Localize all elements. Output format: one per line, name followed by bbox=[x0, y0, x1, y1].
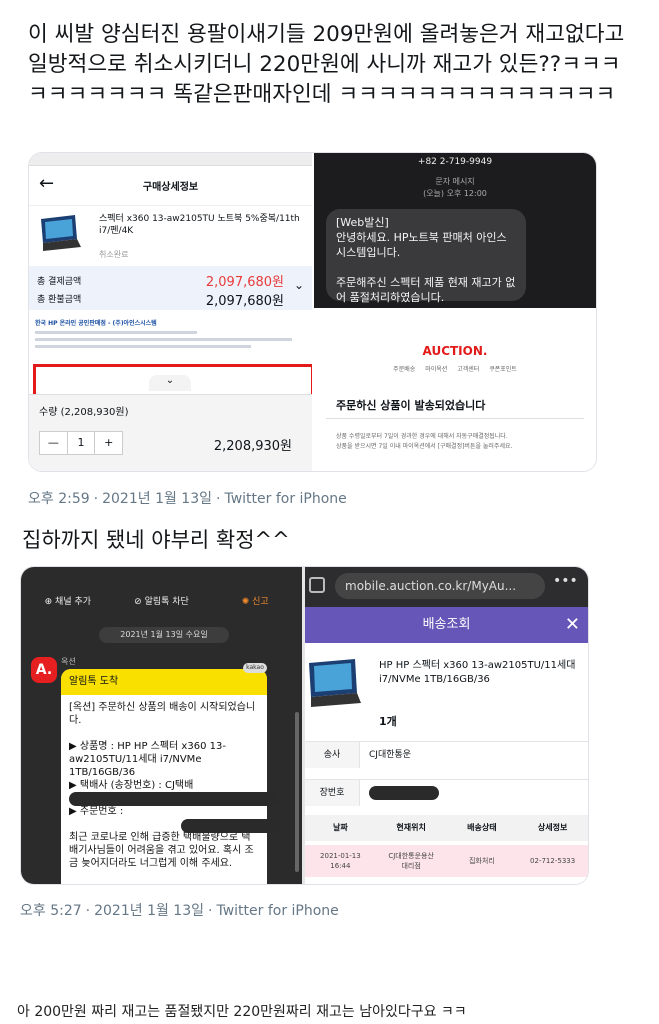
laptop-thumbnail bbox=[37, 213, 81, 253]
invoice-label: 장번호 bbox=[305, 780, 360, 806]
seller-line: 한국 HP 온라인 공인판매점 - (주)아인스시스템 bbox=[35, 320, 157, 327]
block-button[interactable]: ⊘ 알림톡 차단 bbox=[115, 583, 209, 621]
plus-icon: ⊕ bbox=[44, 597, 56, 607]
total-pay-label: 총 결제금액 bbox=[37, 277, 82, 287]
sms-bubble: [Web발신] 안녕하세요. HP노트북 판매처 아인스시스템입니다. 주문해주… bbox=[326, 209, 526, 304]
message-meta: 문자 메시지 (오늘) 오후 12:00 bbox=[423, 177, 487, 198]
scrollbar[interactable] bbox=[295, 712, 299, 872]
col-status: 배송상태 bbox=[467, 823, 497, 832]
auction-email-screenshot: AUCTION. 주문배송 마이옥션 고객센터 쿠폰포인트 주문하신 상품이 발… bbox=[314, 310, 596, 471]
report-button[interactable]: ✺ 신고 bbox=[208, 583, 302, 621]
product-name: 스펙터 x360 13-aw2105TU 노트북 5%중복/11th i7/펜/… bbox=[99, 214, 300, 236]
more-icon[interactable]: ••• bbox=[553, 573, 578, 589]
laptop-thumbnail bbox=[309, 659, 361, 707]
sms-screenshot: +82 2-719-9949 문자 메시지 (오늘) 오후 12:00 [Web… bbox=[314, 153, 596, 308]
tweet-time[interactable]: 오후 2:59 bbox=[28, 491, 90, 507]
redaction bbox=[181, 819, 281, 833]
tracking-header: 날짜 현재위치 배송상태 상세정보 bbox=[305, 815, 588, 841]
tweet-source[interactable]: Twitter for iPhone bbox=[216, 903, 338, 919]
cell-location: CJ대한통운용산 대리점 bbox=[388, 852, 434, 870]
tweet-date[interactable]: 2021년 1월 13일 bbox=[94, 903, 204, 919]
sender-phone: +82 2-719-9949 bbox=[417, 157, 493, 167]
chevron-down-icon[interactable]: ⌄ bbox=[294, 278, 304, 292]
image-collage-1[interactable]: ← 구매상세정보 스펙터 x360 13-aw2105TU 노트북 5%중복/1… bbox=[28, 152, 597, 472]
alimtalk-card: 알림톡 도착 [옥션] 주문하신 상품의 배송이 시작되었습니다. ▶ 상품명 … bbox=[61, 669, 267, 884]
cell-detail: 02-712-5333 bbox=[530, 857, 576, 865]
chat-date: 2021년 1월 13일 수요일 bbox=[99, 627, 229, 643]
auction-logo: AUCTION. bbox=[422, 344, 488, 358]
total-refund-value: 2,097,680원 bbox=[205, 294, 284, 309]
total-pay-value: 2,097,680원 bbox=[205, 275, 284, 290]
minus-button[interactable]: — bbox=[40, 432, 67, 454]
delivery-title: 배송조회 bbox=[422, 617, 471, 632]
order-detail-screenshot: ← 구매상세정보 스펙터 x360 13-aw2105TU 노트북 5%중복/1… bbox=[29, 153, 312, 310]
payment-summary: 총 결제금액 2,097,680원 총 환불금액 2,097,680원 ⌄ bbox=[29, 266, 312, 310]
delivery-product: HP HP 스펙터 x360 13-aw2105TU/11세대 i7/NVMe … bbox=[379, 660, 576, 685]
cell-date: 2021-01-13 16:44 bbox=[320, 852, 361, 870]
sender-name: 옥션 bbox=[61, 657, 76, 666]
kakao-badge: kakao bbox=[243, 663, 267, 673]
courier-value: CJ대한통운 bbox=[369, 750, 412, 760]
add-channel-button[interactable]: ⊕ 채널 추가 bbox=[21, 583, 115, 621]
invoice-row: 장번호 bbox=[305, 779, 588, 806]
tweet-text: 이 씨발 양심터진 용팔이새기들 209만원에 올려놓은거 재고없다고 일방적으… bbox=[28, 22, 625, 107]
quantity-value[interactable]: 1 bbox=[66, 432, 96, 454]
nav-item[interactable]: 주문배송 bbox=[393, 366, 415, 373]
avatar[interactable]: A. bbox=[31, 657, 57, 683]
redaction bbox=[369, 786, 439, 800]
card-header: 알림톡 도착 bbox=[61, 669, 267, 695]
quantity-label: 수량 (2,208,930원) bbox=[39, 407, 129, 418]
nav-item[interactable]: 고객센터 bbox=[457, 366, 479, 373]
browser-bar: mobile.auction.co.kr/MyAu... ••• bbox=[305, 567, 588, 607]
delivery-screenshot: mobile.auction.co.kr/MyAu... ••• 배송조회 ✕ … bbox=[305, 567, 588, 884]
tweet-date[interactable]: 2021년 1월 13일 bbox=[102, 491, 212, 507]
total-refund-label: 총 환불금액 bbox=[37, 295, 82, 305]
delivery-qty: 1개 bbox=[379, 715, 397, 728]
divider bbox=[312, 153, 314, 471]
image-collage-2[interactable]: ⊕ 채널 추가 ⊘ 알림톡 차단 ✺ 신고 2021년 1월 13일 수요일 A… bbox=[20, 566, 589, 885]
delivery-header: 배송조회 ✕ bbox=[305, 607, 588, 643]
home-icon[interactable] bbox=[309, 577, 325, 593]
redaction bbox=[69, 792, 279, 806]
quantity-panel: 수량 (2,208,930원) — 1 + 2,208,930원 bbox=[29, 394, 312, 471]
tweet-meta: 오후 2:59 · 2021년 1월 13일 · Twitter for iPhone bbox=[28, 491, 347, 507]
tweet-text: 집하까지 됐네 야부리 확정^^ bbox=[22, 528, 290, 552]
seller-document: 한국 HP 온라인 공인판매점 - (주)아인스시스템 bbox=[35, 318, 305, 352]
nav-item[interactable]: 쿠폰포인트 bbox=[489, 366, 517, 373]
chevron-down-icon[interactable]: ⌄ bbox=[149, 375, 191, 391]
quantity-stepper[interactable]: — 1 + bbox=[39, 431, 123, 455]
tweet-time[interactable]: 오후 5:27 bbox=[20, 903, 82, 919]
table-row: 2021-01-13 16:44 CJ대한통운용산 대리점 집화처리 02-71… bbox=[305, 845, 588, 877]
card-body: [옥션] 주문하신 상품의 배송이 시작되었습니다. ▶ 상품명 : HP HP… bbox=[69, 702, 256, 869]
shipped-headline: 주문하신 상품이 발송되었습니다 bbox=[336, 399, 486, 412]
nav-item[interactable]: 마이옥션 bbox=[425, 366, 447, 373]
block-icon: ⊘ bbox=[134, 597, 145, 607]
close-icon[interactable]: ✕ bbox=[565, 607, 580, 643]
tweet-source[interactable]: Twitter for iPhone bbox=[224, 491, 346, 507]
kakao-toolbar: ⊕ 채널 추가 ⊘ 알림톡 차단 ✺ 신고 bbox=[21, 583, 302, 621]
order-status: 취소완료 bbox=[99, 250, 129, 259]
siren-icon: ✺ bbox=[241, 597, 253, 607]
shipped-body: 상품 수령일로부터 7일이 경과한 경우에 대해서 자동구매결정됩니다. 상품을… bbox=[336, 433, 513, 450]
tweet-meta: 오후 5:27 · 2021년 1월 13일 · Twitter for iPhone bbox=[20, 903, 339, 919]
quantity-total: 2,208,930원 bbox=[213, 439, 292, 454]
divider bbox=[326, 418, 584, 419]
col-location: 현재위치 bbox=[396, 823, 426, 832]
auction-nav: 주문배송 마이옥션 고객센터 쿠폰포인트 bbox=[314, 364, 596, 373]
col-date: 날짜 bbox=[333, 823, 348, 832]
order-header: ← 구매상세정보 bbox=[29, 165, 312, 206]
cell-status: 집화처리 bbox=[468, 857, 495, 865]
courier-label: 송사 bbox=[305, 742, 360, 768]
col-detail: 상세정보 bbox=[537, 823, 568, 832]
courier-row: 송사 CJ대한통운 bbox=[305, 741, 588, 768]
url-field[interactable]: mobile.auction.co.kr/MyAu... bbox=[335, 573, 545, 599]
footer-comment: 아 200만원 짜리 재고는 품절됐지만 220만원짜리 재고는 남아있다구요 … bbox=[17, 1004, 467, 1020]
quantity-screenshot: 한국 HP 온라인 공인판매점 - (주)아인스시스템 ⌄ 수량 (2,208,… bbox=[29, 310, 314, 471]
kakao-screenshot: ⊕ 채널 추가 ⊘ 알림톡 차단 ✺ 신고 2021년 1월 13일 수요일 A… bbox=[21, 567, 302, 884]
order-title: 구매상세정보 bbox=[142, 182, 199, 193]
plus-button[interactable]: + bbox=[95, 432, 122, 454]
